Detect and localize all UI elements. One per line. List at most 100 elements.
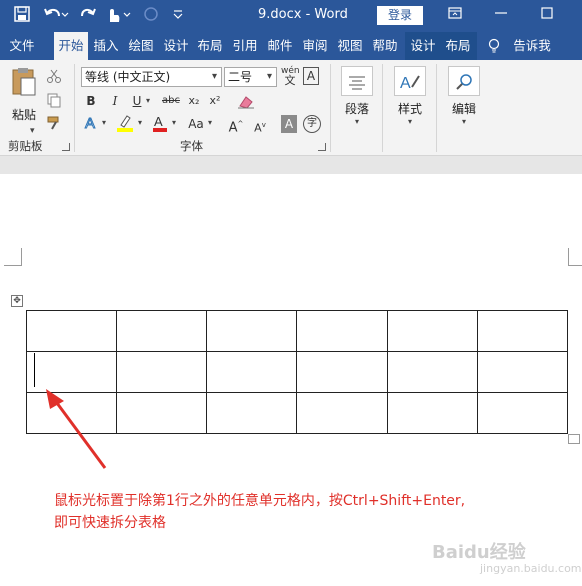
login-button[interactable]: 登录: [377, 6, 423, 25]
chevron-down-icon: ▾: [266, 71, 272, 82]
tell-me-search[interactable]: 告诉我: [508, 32, 556, 60]
italic-button[interactable]: I: [108, 92, 122, 110]
phonetic-guide-button[interactable]: wén 文: [281, 66, 300, 87]
table-row: [25, 310, 569, 352]
svg-text:A: A: [400, 75, 411, 92]
table-cell[interactable]: [386, 310, 478, 352]
redo-icon[interactable]: [78, 6, 98, 26]
table-cell[interactable]: [476, 310, 569, 352]
editing-button[interactable]: 编辑 ▾: [447, 66, 481, 126]
format-painter-icon[interactable]: [46, 115, 62, 135]
undo-icon[interactable]: [42, 6, 70, 26]
group-separator: [74, 64, 75, 152]
table-cell[interactable]: [386, 392, 478, 434]
font-dialog-launcher[interactable]: [318, 143, 326, 151]
character-shading-button[interactable]: A: [281, 115, 297, 133]
tab-layout[interactable]: 布局: [194, 32, 226, 60]
table-cell[interactable]: [206, 392, 298, 434]
table-cell[interactable]: [296, 392, 388, 434]
font-size-select[interactable]: 二号 ▾: [224, 67, 277, 87]
tab-file[interactable]: 文件: [4, 32, 40, 60]
chevron-down-icon: ▾: [354, 117, 359, 126]
table-cell[interactable]: [116, 310, 208, 352]
tab-view[interactable]: 视图: [334, 32, 366, 60]
clipboard-dialog-launcher[interactable]: [62, 143, 70, 151]
maximize-icon[interactable]: [540, 6, 554, 24]
grow-font-button[interactable]: A^: [228, 115, 244, 135]
copy-icon[interactable]: [46, 92, 62, 112]
styles-icon: A: [394, 66, 426, 96]
font-color-icon[interactable]: A: [152, 113, 168, 137]
save-icon[interactable]: [12, 6, 32, 26]
title-bar: 9.docx - Word 登录: [0, 0, 582, 32]
tab-table-layout[interactable]: 布局: [442, 32, 474, 60]
table-cell[interactable]: [206, 310, 298, 352]
group-separator: [330, 64, 331, 152]
watermark-logo: Baidu经验: [432, 542, 526, 563]
tab-mailings[interactable]: 邮件: [264, 32, 296, 60]
font-color-dropdown-icon[interactable]: ▾: [172, 118, 176, 127]
cut-icon[interactable]: [46, 68, 62, 88]
ribbon-display-options-icon[interactable]: [448, 6, 462, 24]
paragraph-button[interactable]: 段落 ▾: [340, 66, 374, 126]
ribbon-tabs: 文件 开始 插入 绘图 设计 布局 引用 邮件 审阅 视图 帮助 设计 布局 告…: [0, 32, 582, 60]
circle-icon[interactable]: [142, 6, 160, 26]
ribbon-home: 粘贴 ▾ 剪贴板 等线 (中文正文) ▾ 二号 ▾ wén 文 A B I U ▾…: [0, 60, 582, 156]
crop-mark-top-right: [568, 248, 582, 266]
text-effects-dropdown-icon[interactable]: ▾: [102, 118, 106, 127]
styles-button[interactable]: A 样式 ▾: [393, 66, 427, 126]
table-cell[interactable]: [386, 351, 478, 393]
touch-mode-icon[interactable]: [104, 6, 134, 26]
enclose-characters-button[interactable]: 字: [303, 115, 321, 133]
highlight-dropdown-icon[interactable]: ▾: [138, 118, 142, 127]
tab-insert[interactable]: 插入: [90, 32, 122, 60]
change-case-button[interactable]: Aa: [185, 115, 207, 133]
subscript-button[interactable]: x₂: [186, 92, 202, 110]
tab-references[interactable]: 引用: [229, 32, 261, 60]
paste-label: 粘贴: [11, 108, 36, 122]
strikethrough-button[interactable]: abc: [160, 92, 182, 110]
tab-home[interactable]: 开始: [54, 32, 88, 60]
table-resize-handle[interactable]: [568, 434, 580, 444]
highlight-color-icon[interactable]: [116, 113, 134, 137]
paragraph-label: 段落: [344, 102, 369, 116]
group-separator: [436, 64, 437, 152]
svg-text:A: A: [85, 115, 95, 132]
superscript-button[interactable]: x²: [207, 92, 223, 110]
ruler-band: [0, 156, 582, 174]
chevron-down-icon: ▾: [461, 117, 466, 126]
minimize-icon[interactable]: [494, 6, 508, 24]
bold-button[interactable]: B: [84, 92, 98, 110]
tab-draw[interactable]: 绘图: [125, 32, 157, 60]
shrink-font-button[interactable]: Av: [252, 116, 268, 135]
table-cell[interactable]: [476, 392, 569, 434]
paragraph-icon: [341, 66, 373, 96]
character-border-button[interactable]: A: [303, 67, 319, 85]
table-cell[interactable]: [296, 351, 388, 393]
lightbulb-icon[interactable]: [484, 32, 504, 60]
change-case-dropdown-icon[interactable]: ▾: [208, 118, 212, 127]
search-icon: [448, 66, 480, 96]
paste-dropdown-icon[interactable]: ▾: [30, 126, 35, 136]
tab-help[interactable]: 帮助: [369, 32, 401, 60]
table-cell[interactable]: [25, 310, 118, 352]
tab-design[interactable]: 设计: [160, 32, 192, 60]
table-cell[interactable]: [116, 392, 208, 434]
watermark-url: jingyan.baidu.com: [480, 562, 582, 575]
chevron-down-icon: ▾: [407, 117, 412, 126]
table-cell[interactable]: [206, 351, 298, 393]
clear-formatting-icon[interactable]: [236, 93, 256, 113]
text-effects-icon[interactable]: A: [84, 114, 100, 136]
tab-review[interactable]: 审阅: [299, 32, 331, 60]
clipboard-group-label: 剪贴板: [8, 139, 43, 153]
table-cell[interactable]: [116, 351, 208, 393]
customize-quick-access-icon[interactable]: [170, 6, 186, 26]
table-cell[interactable]: [476, 351, 569, 393]
paste-button[interactable]: 粘贴: [6, 66, 42, 123]
font-name-select[interactable]: 等线 (中文正文) ▾: [81, 67, 222, 87]
tab-table-design[interactable]: 设计: [407, 32, 439, 60]
underline-dropdown-icon[interactable]: ▾: [146, 96, 150, 105]
underline-button[interactable]: U: [130, 92, 144, 110]
table-cell[interactable]: [296, 310, 388, 352]
table-move-handle-icon[interactable]: ✥: [11, 295, 23, 307]
